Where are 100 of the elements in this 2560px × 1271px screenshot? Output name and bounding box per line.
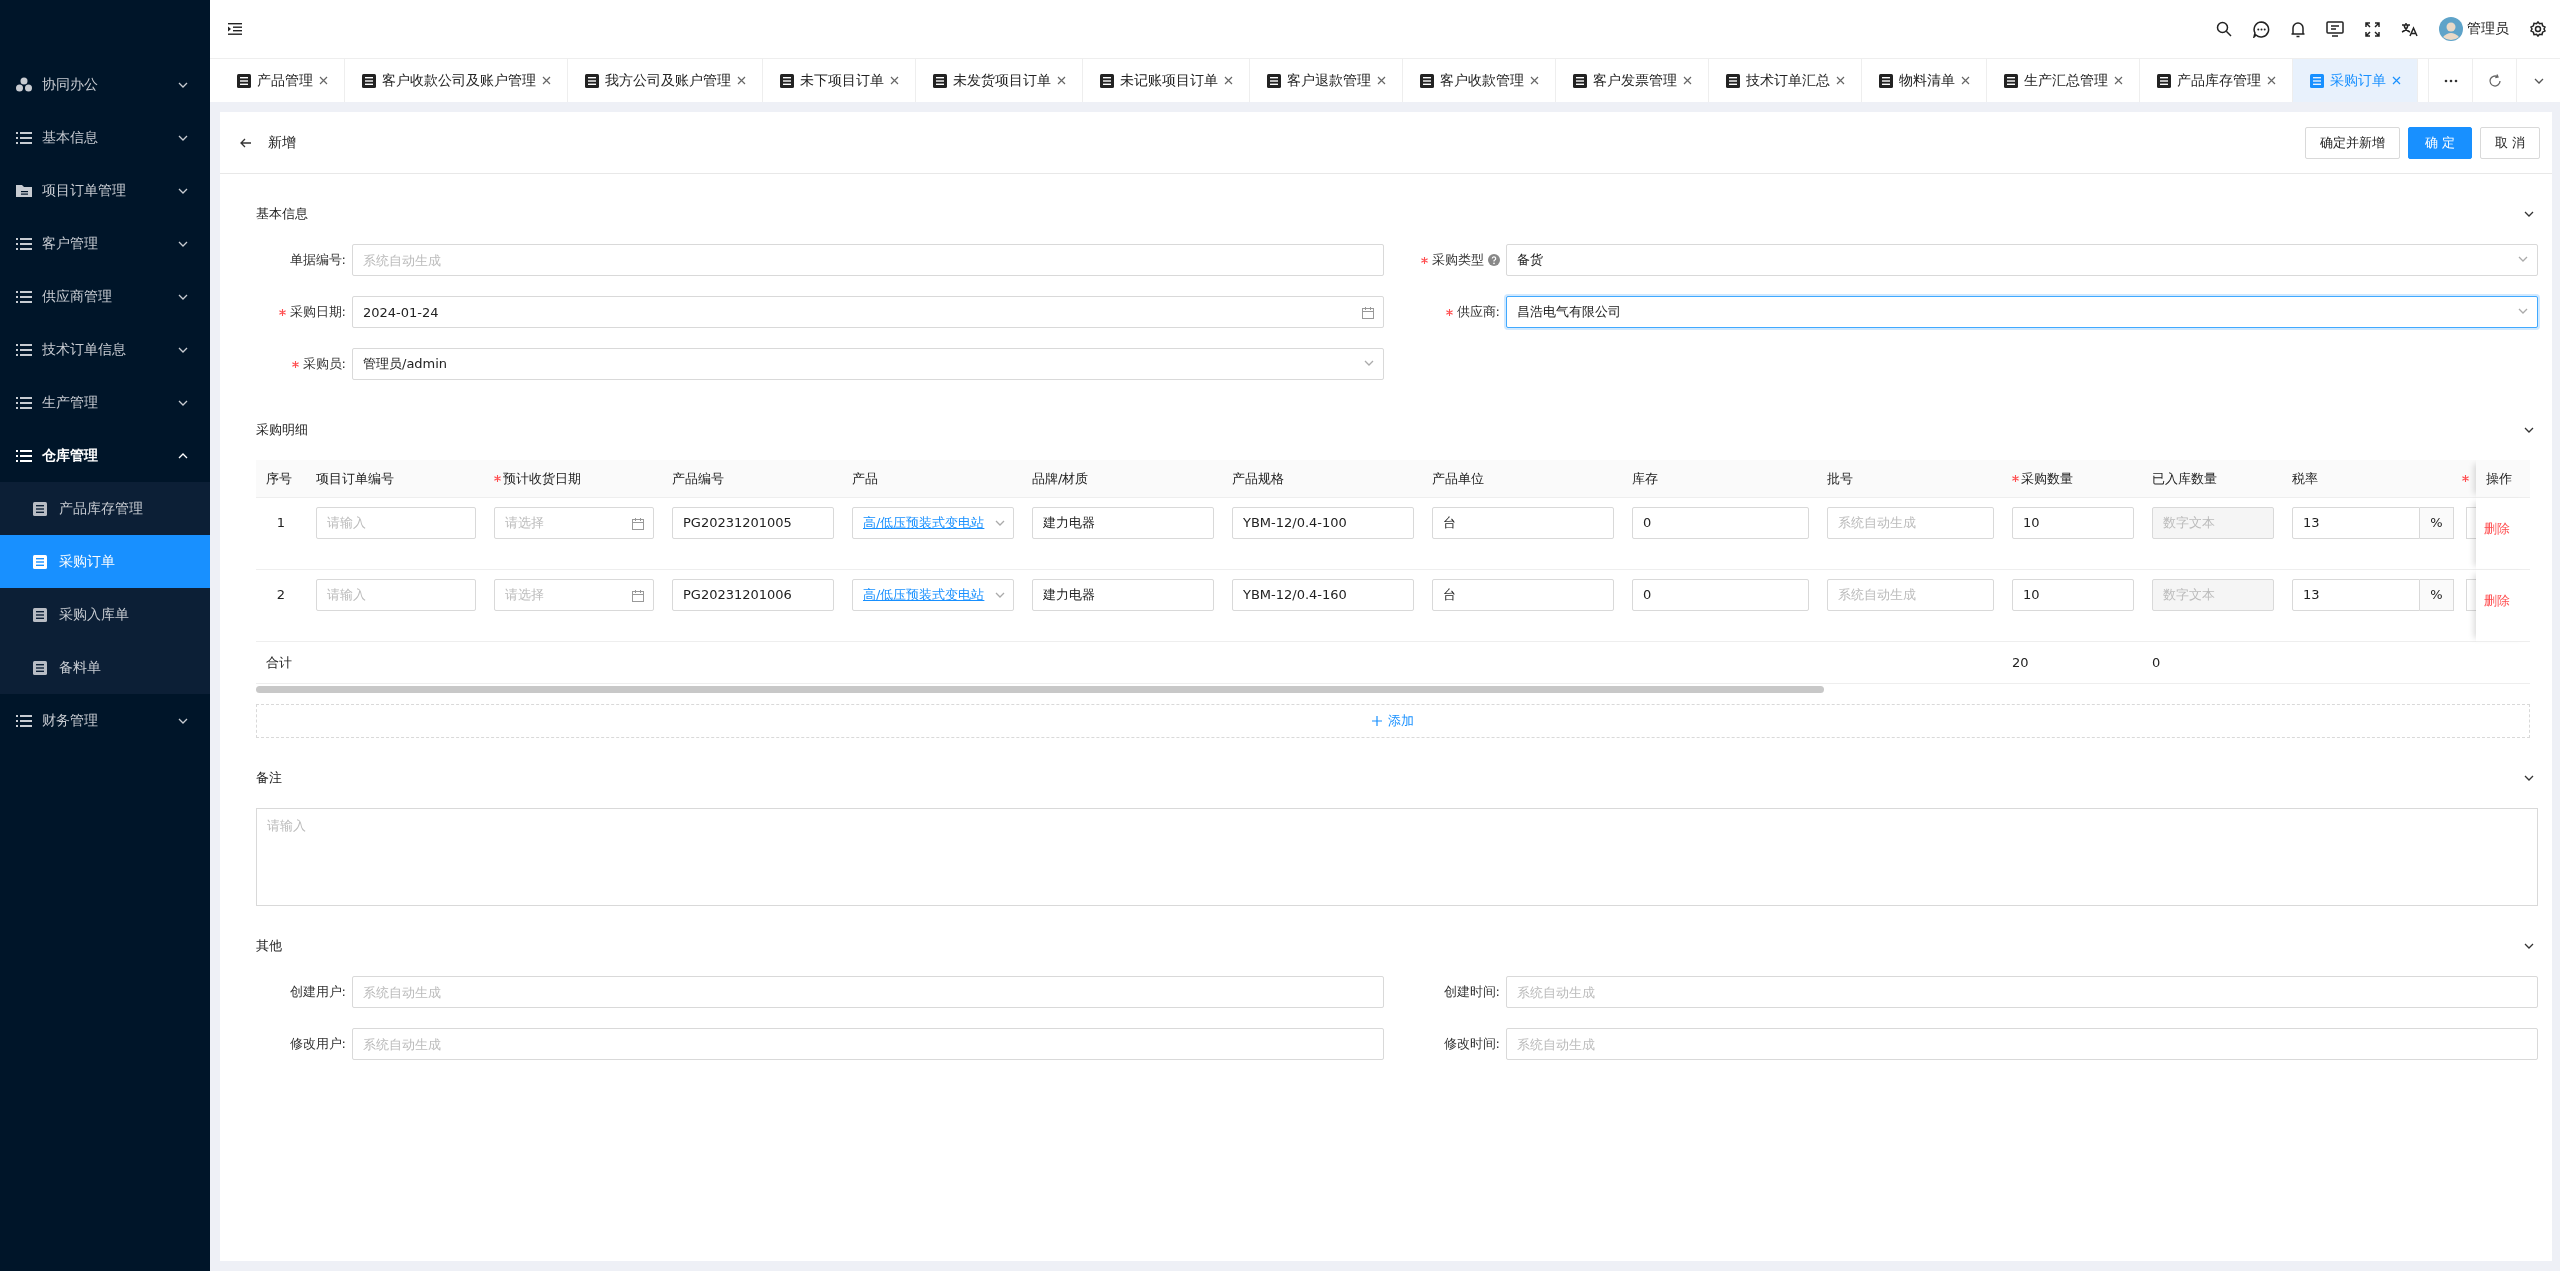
sidebar-item[interactable]: 仓库管理 — [0, 429, 210, 482]
chevron-down-icon — [178, 716, 188, 725]
input-field[interactable]: 数字文本 — [2152, 578, 2274, 611]
input-field[interactable]: 系统自动生成 — [1827, 506, 1994, 539]
close-icon[interactable] — [1961, 76, 1970, 85]
tab[interactable]: 我方公司及账户管理 — [568, 59, 763, 102]
sidebar-item[interactable]: 协同办公 — [0, 58, 210, 111]
tab[interactable]: 物料清单 — [1862, 59, 1987, 102]
input-field[interactable]: 系统自动生成 — [1506, 1028, 2538, 1060]
input-field[interactable]: 0 — [1632, 578, 1809, 611]
sidebar-item[interactable]: 客户管理 — [0, 217, 210, 270]
sidebar-item[interactable]: 供应商管理 — [0, 270, 210, 323]
input-field[interactable]: 台 — [1432, 578, 1614, 611]
action-button[interactable]: 确定并新增 — [2304, 126, 2400, 159]
input-field[interactable]: 建力电器 — [1032, 506, 1214, 539]
input-field[interactable]: YBM-12/0.4-100 — [1232, 506, 1414, 539]
collapse-chevron-icon[interactable] — [2524, 426, 2534, 434]
bell-icon[interactable] — [2291, 20, 2305, 38]
sidebar-subitem[interactable]: 采购入库单 — [0, 588, 210, 641]
input-field[interactable]: 13 — [2292, 578, 2420, 611]
row-number: 2 — [276, 587, 286, 602]
monitor-icon[interactable] — [2326, 21, 2344, 37]
input-field[interactable]: 10 — [2012, 578, 2134, 611]
input-field[interactable]: 系统自动生成 — [1506, 976, 2538, 1008]
date-field[interactable]: 请选择 — [494, 506, 654, 539]
field-label: 单据编号: — [289, 251, 346, 269]
input-field[interactable]: 系统自动生成 — [1827, 578, 1994, 611]
input-field[interactable]: 请输入 — [316, 506, 476, 539]
close-icon[interactable] — [1530, 76, 1539, 85]
tab[interactable]: 生产汇总管理 — [1987, 59, 2140, 102]
close-icon[interactable] — [1683, 76, 1692, 85]
close-icon[interactable] — [2392, 76, 2401, 85]
date-field[interactable]: 请选择 — [494, 578, 654, 611]
sidebar-item[interactable]: 财务管理 — [0, 694, 210, 747]
fullscreen-icon[interactable] — [2365, 21, 2380, 37]
action-button[interactable]: 取 消 — [2479, 126, 2540, 159]
close-icon[interactable] — [2267, 76, 2276, 85]
input-field[interactable]: 系统自动生成 — [352, 1028, 1384, 1060]
field-label: 采购类型 — [1432, 251, 1484, 269]
input-field[interactable]: YBM-12/0.4-160 — [1232, 578, 1414, 611]
input-field[interactable]: 建力电器 — [1032, 578, 1214, 611]
settings-icon[interactable] — [2530, 21, 2546, 37]
chevron-down-icon — [2533, 76, 2544, 85]
sidebar-subitem[interactable]: 备料单 — [0, 641, 210, 694]
collapse-chevron-icon[interactable] — [2524, 942, 2534, 950]
search-icon[interactable] — [2216, 21, 2232, 37]
close-icon[interactable] — [737, 76, 746, 85]
sidebar-subitem[interactable]: 产品库存管理 — [0, 482, 210, 535]
select-field[interactable]: 管理员/admin — [352, 348, 1384, 380]
collapse-chevron-icon[interactable] — [2524, 210, 2534, 218]
chat-icon[interactable] — [2253, 20, 2270, 38]
input-field[interactable]: 0 — [1632, 506, 1809, 539]
input-field[interactable]: 系统自动生成 — [352, 244, 1384, 276]
close-icon[interactable] — [1057, 76, 1066, 85]
tab[interactable]: 客户退款管理 — [1250, 59, 1403, 102]
scrollbar-thumb[interactable] — [256, 686, 1824, 693]
close-icon[interactable] — [1836, 76, 1845, 85]
document-icon — [933, 73, 947, 88]
input-field[interactable]: 请输入 — [316, 578, 476, 611]
chevron-down-icon — [178, 292, 188, 301]
tab[interactable]: 客户发票管理 — [1556, 59, 1709, 102]
sidebar-item[interactable]: 项目订单管理 — [0, 164, 210, 217]
close-icon[interactable] — [890, 76, 899, 85]
collapse-chevron-icon[interactable] — [2524, 774, 2534, 782]
close-icon[interactable] — [2114, 76, 2123, 85]
tab[interactable]: 客户收款公司及账户管理 — [345, 59, 568, 102]
input-field[interactable]: PG20231201006 — [672, 578, 834, 611]
sidebar-item[interactable]: 基本信息 — [0, 111, 210, 164]
input-field[interactable]: 台 — [1432, 506, 1614, 539]
input-field[interactable]: 13 — [2292, 506, 2420, 539]
menu-fold-icon[interactable] — [228, 23, 242, 35]
tab[interactable]: 未发货项目订单 — [916, 59, 1083, 102]
folder-icon — [16, 183, 32, 198]
tab[interactable]: 产品管理 — [220, 59, 345, 102]
document-icon — [585, 73, 599, 88]
chevron-down-icon — [178, 239, 188, 248]
date-field[interactable]: 2024-01-24 — [352, 296, 1384, 328]
avatar-icon[interactable] — [2439, 17, 2463, 41]
sidebar-item[interactable]: 技术订单信息 — [0, 323, 210, 376]
close-icon[interactable] — [319, 76, 328, 85]
user-name[interactable]: 管理员 — [2467, 20, 2509, 38]
tab[interactable]: 未下项目订单 — [763, 59, 916, 102]
tab[interactable]: 技术订单汇总 — [1709, 59, 1862, 102]
translate-icon[interactable] — [2401, 21, 2418, 37]
field-label: 创建用户: — [289, 983, 346, 1001]
input-field[interactable]: 系统自动生成 — [352, 976, 1384, 1008]
remarks-field[interactable]: 请输入 — [256, 808, 2538, 906]
close-icon[interactable] — [1377, 76, 1386, 85]
close-icon[interactable] — [542, 76, 551, 85]
tab[interactable]: 客户收款管理 — [1403, 59, 1556, 102]
sidebar-item[interactable]: 生产管理 — [0, 376, 210, 429]
select-field[interactable]: 昌浩电气有限公司 — [1506, 296, 2538, 328]
select-field[interactable]: 备货 — [1506, 244, 2538, 276]
back-arrow-icon[interactable] — [240, 137, 252, 148]
tab[interactable]: 未记账项目订单 — [1083, 59, 1250, 102]
column-header: 产品单位 — [1432, 469, 1484, 488]
input-field[interactable]: PG20231201005 — [672, 506, 834, 539]
input-field[interactable]: 数字文本 — [2152, 506, 2274, 539]
input-field[interactable]: 10 — [2012, 506, 2134, 539]
close-icon[interactable] — [1224, 76, 1233, 85]
